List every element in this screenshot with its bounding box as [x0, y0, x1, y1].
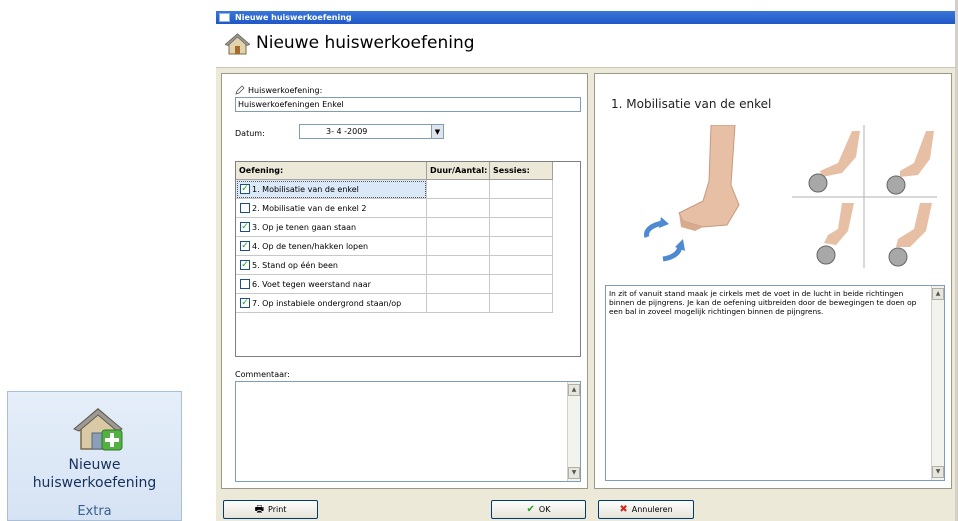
exercise-table: Oefening: Duur/Aantal: Sessies: ✓ 1. Mobi…: [235, 161, 581, 357]
ball-exercise-photos: [792, 125, 937, 268]
exercise-checkbox[interactable]: [240, 279, 250, 289]
house-icon: [225, 33, 250, 55]
ok-label: OK: [538, 505, 551, 514]
chevron-down-icon[interactable]: ▼: [431, 125, 443, 138]
duration-cell[interactable]: [427, 199, 490, 218]
scroll-up-icon[interactable]: ▲: [568, 384, 580, 396]
sessions-cell[interactable]: [490, 199, 553, 218]
printer-icon: 🖶: [254, 503, 265, 515]
print-label: Print: [268, 505, 287, 514]
column-header-exercise[interactable]: Oefening:: [236, 162, 427, 180]
ankle-mobilization-photo: [623, 125, 768, 268]
duration-cell[interactable]: [427, 275, 490, 294]
exercise-label: 3. Op je tenen gaan staan: [252, 223, 357, 232]
comment-label: Commentaar:: [235, 370, 290, 379]
homework-name-input[interactable]: Huiswerkoefeningen Enkel: [235, 97, 581, 112]
sessions-cell[interactable]: [490, 180, 553, 199]
sessions-cell[interactable]: [490, 256, 553, 275]
title-bar[interactable]: Nieuwe huiswerkoefening: [216, 11, 958, 24]
exercise-label: 7. Op instabiele ondergrond staan/op: [252, 299, 402, 308]
table-row[interactable]: ✓ 7. Op instabiele ondergrond staan/op: [236, 294, 553, 313]
homework-label: Huiswerkoefening:: [248, 86, 323, 95]
column-header-duration[interactable]: Duur/Aantal:: [427, 162, 490, 180]
scroll-up-icon[interactable]: ▲: [932, 288, 944, 300]
ok-button[interactable]: ✔ OK: [491, 500, 586, 519]
table-row[interactable]: ✓ 4. Op de tenen/hakken lopen: [236, 237, 553, 256]
comment-textarea[interactable]: ▲ ▼: [235, 381, 581, 482]
exercise-checkbox[interactable]: ✓: [240, 298, 250, 308]
scroll-down-icon[interactable]: ▼: [932, 466, 944, 478]
duration-cell[interactable]: [427, 180, 490, 199]
house-add-icon: [73, 408, 123, 451]
table-row[interactable]: ✓ 3. Op je tenen gaan staan: [236, 218, 553, 237]
column-header-sessions[interactable]: Sessies:: [490, 162, 553, 180]
exercise-checkbox[interactable]: ✓: [240, 260, 250, 270]
exercise-label: 6. Voet tegen weerstand naar: [252, 280, 371, 289]
duration-cell[interactable]: [427, 294, 490, 313]
exercise-checkbox[interactable]: ✓: [240, 222, 250, 232]
date-value: 3- 4 -2009: [326, 127, 368, 136]
exercise-description: In zit of vanuit stand maak je cirkels m…: [609, 289, 917, 316]
exercise-checkbox[interactable]: ✓: [240, 184, 250, 194]
date-picker[interactable]: 3- 4 -2009 ▼: [299, 124, 444, 139]
description-scrollbar[interactable]: ▲ ▼: [931, 286, 944, 480]
duration-cell[interactable]: [427, 256, 490, 275]
exercise-label: 1. Mobilisatie van de enkel: [252, 185, 359, 194]
cross-icon: ✖: [619, 503, 628, 515]
cancel-button[interactable]: ✖ Annuleren: [598, 500, 694, 519]
table-row[interactable]: 2. Mobilisatie van de enkel 2: [236, 199, 553, 218]
sessions-cell[interactable]: [490, 218, 553, 237]
duration-cell[interactable]: [427, 218, 490, 237]
description-textarea[interactable]: In zit of vanuit stand maak je cirkels m…: [605, 285, 945, 481]
scroll-down-icon[interactable]: ▼: [568, 467, 580, 479]
sessions-cell[interactable]: [490, 237, 553, 256]
page-title: Nieuwe huiswerkoefening: [256, 33, 475, 53]
exercise-checkbox[interactable]: [240, 203, 250, 213]
window-title: Nieuwe huiswerkoefening: [235, 13, 352, 22]
exercise-label: 4. Op de tenen/hakken lopen: [252, 242, 369, 251]
exercise-form-panel: Huiswerkoefening: Huiswerkoefeningen Enk…: [221, 73, 588, 489]
date-label: Datum:: [235, 129, 265, 138]
checkmark-icon: ✔: [526, 503, 535, 515]
exercise-checkbox[interactable]: ✓: [240, 241, 250, 251]
exercise-title: 1. Mobilisatie van de enkel: [611, 97, 772, 111]
exercise-detail-panel: 1. Mobilisatie van de enkel In zit of va: [594, 73, 952, 489]
exercise-label: 5. Stand op één been: [252, 261, 338, 270]
dialog-header: Nieuwe huiswerkoefening: [216, 24, 958, 68]
exercise-label: 2. Mobilisatie van de enkel 2: [252, 204, 367, 213]
cancel-label: Annuleren: [631, 505, 673, 514]
window-icon: [219, 13, 230, 22]
homework-dialog: Nieuwe huiswerkoefening Nieuwe huiswerko…: [216, 11, 958, 521]
table-row[interactable]: ✓ 1. Mobilisatie van de enkel: [236, 180, 553, 199]
pencil-icon: [235, 85, 245, 95]
table-row[interactable]: 6. Voet tegen weerstand naar: [236, 275, 553, 294]
sessions-cell[interactable]: [490, 275, 553, 294]
sessions-cell[interactable]: [490, 294, 553, 313]
ribbon-group-label: Extra: [77, 504, 112, 519]
new-homework-ribbon-button[interactable]: Nieuwe huiswerkoefening Extra: [7, 391, 182, 521]
table-row[interactable]: ✓ 5. Stand op één been: [236, 256, 553, 275]
print-button[interactable]: 🖶 Print: [223, 500, 318, 519]
duration-cell[interactable]: [427, 237, 490, 256]
ribbon-button-label-2: huiswerkoefening: [32, 475, 157, 491]
ribbon-button-label-1: Nieuwe: [68, 457, 121, 473]
comment-scrollbar[interactable]: ▲ ▼: [567, 382, 580, 481]
